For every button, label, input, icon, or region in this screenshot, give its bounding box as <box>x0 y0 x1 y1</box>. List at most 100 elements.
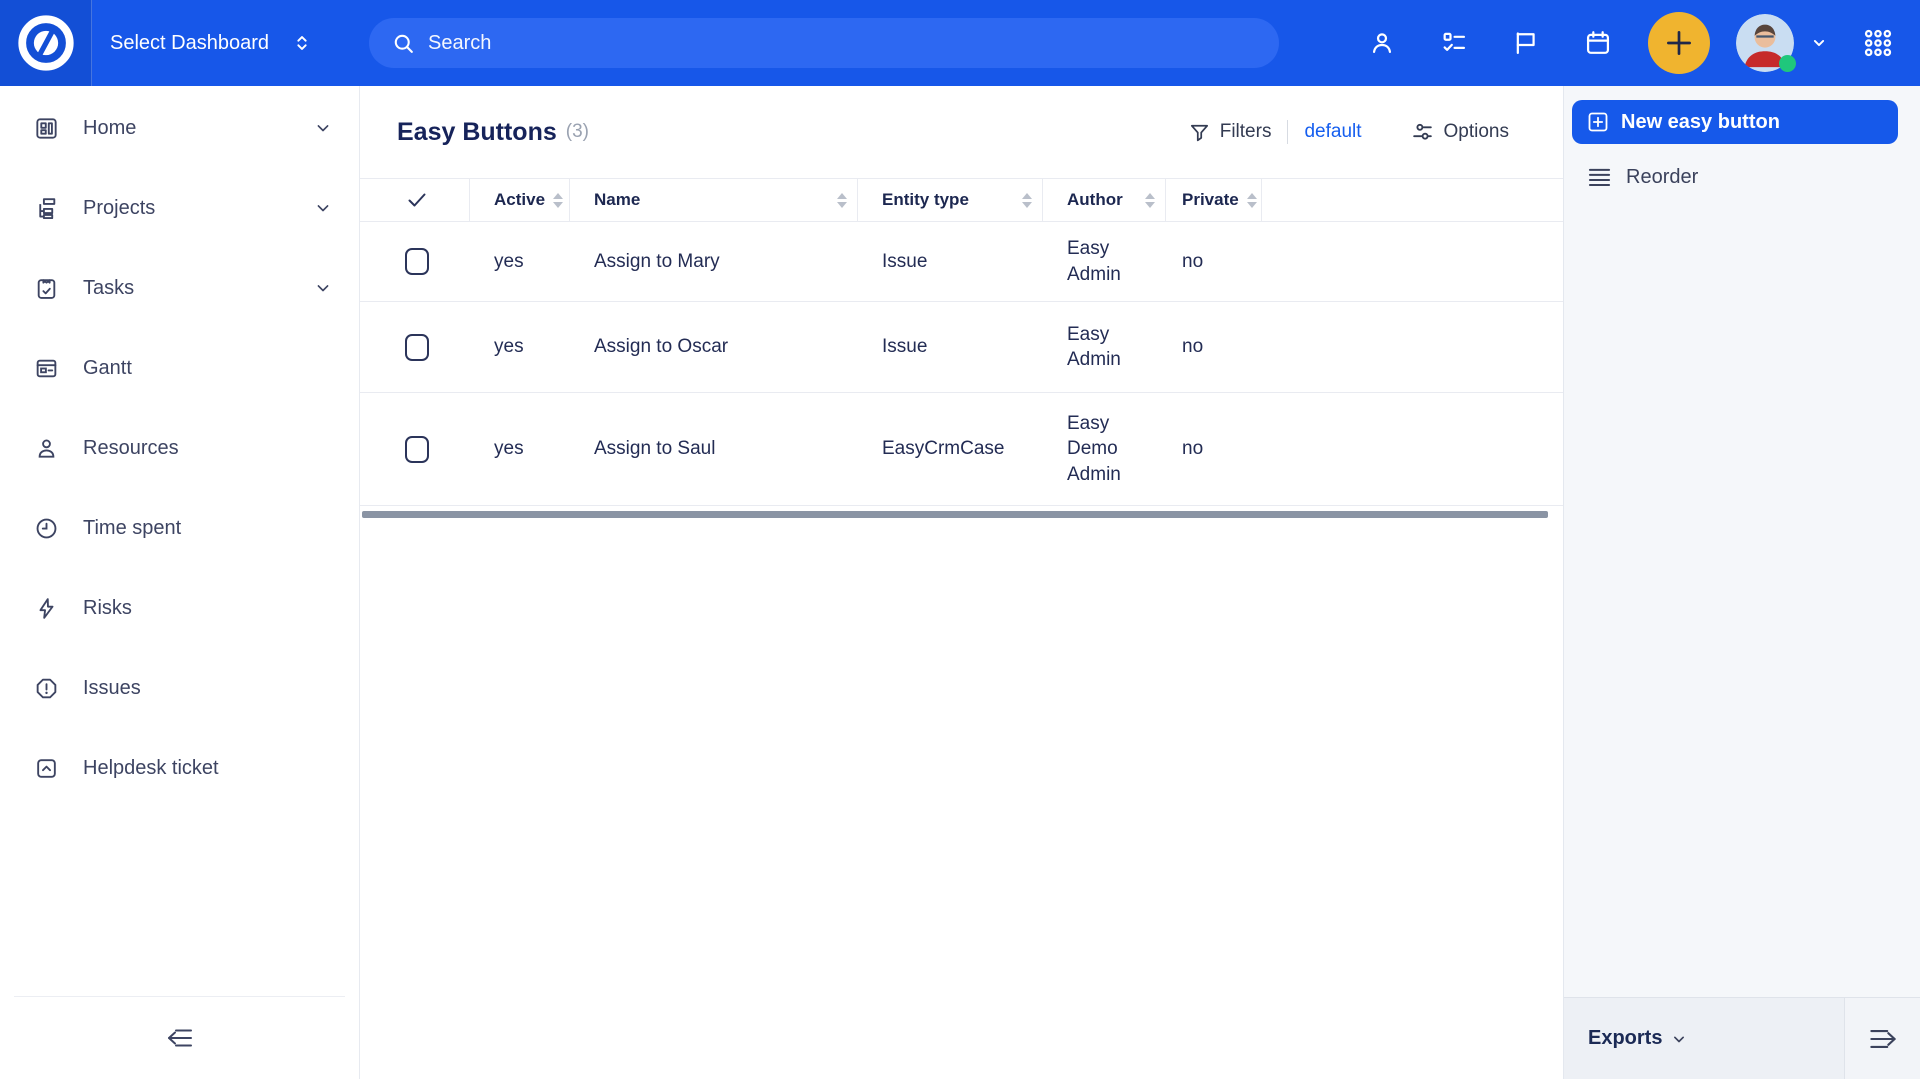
cell-author: Easy Admin <box>1043 222 1166 301</box>
chevron-down-icon <box>313 118 333 138</box>
right-panel: New easy button Reorder Exports <box>1563 86 1920 1079</box>
reorder-button[interactable]: Reorder <box>1586 156 1920 198</box>
dashboard-selector[interactable]: Select Dashboard <box>110 32 313 55</box>
filters-button[interactable]: Filters <box>1188 121 1272 144</box>
table-row[interactable]: yes Assign to Saul EasyCrmCase Easy Demo… <box>360 393 1563 506</box>
check-icon <box>405 188 429 212</box>
sidebar-item-time-spent[interactable]: Time spent <box>0 488 359 568</box>
collapse-sidebar-icon[interactable] <box>163 1024 197 1052</box>
gantt-window-icon <box>34 356 59 381</box>
column-header-active[interactable]: Active <box>470 179 570 221</box>
plus-square-icon <box>1586 110 1610 134</box>
cell-entity-type: EasyCrmCase <box>858 393 1043 505</box>
column-label: Author <box>1067 190 1123 210</box>
sidebar-item-issues[interactable]: Issues <box>0 648 359 728</box>
row-checkbox[interactable] <box>405 334 429 361</box>
table-row[interactable]: yes Assign to Oscar Issue Easy Admin no <box>360 302 1563 393</box>
chevron-down-icon <box>313 278 333 298</box>
table-row[interactable]: yes Assign to Mary Issue Easy Admin no <box>360 222 1563 302</box>
sliders-icon <box>1410 120 1435 145</box>
search-bar[interactable] <box>369 18 1279 68</box>
column-header-private[interactable]: Private <box>1166 179 1262 221</box>
column-header-entity-type[interactable]: Entity type <box>858 179 1043 221</box>
sort-arrows-icon <box>1145 193 1155 208</box>
row-checkbox[interactable] <box>405 436 429 463</box>
checklist-icon[interactable] <box>1440 29 1468 57</box>
topbar: Select Dashboard <box>0 0 1920 86</box>
column-label: Private <box>1182 190 1239 210</box>
options-button[interactable]: Options <box>1410 120 1509 145</box>
cell-name: Assign to Oscar <box>570 302 858 392</box>
cell-entity-type: Issue <box>858 222 1043 301</box>
collapse-panel-button[interactable] <box>1844 998 1920 1079</box>
online-status-dot <box>1779 55 1796 72</box>
sidebar-item-label: Time spent <box>83 517 333 540</box>
cell-author: Easy Demo Admin <box>1043 393 1166 505</box>
page-title: Easy Buttons <box>397 118 557 147</box>
sidebar-item-label: Projects <box>83 197 289 220</box>
column-label: Entity type <box>882 190 969 210</box>
table-header-row: Active Name Entity type Author Private <box>360 178 1563 222</box>
sidebar: Home Projects Tasks Gantt <box>0 86 360 1079</box>
dashboard-selector-label: Select Dashboard <box>110 32 269 55</box>
dashboard-icon <box>34 116 59 141</box>
column-label: Active <box>494 190 545 210</box>
sidebar-item-helpdesk-ticket[interactable]: Helpdesk ticket <box>0 728 359 808</box>
sidebar-item-label: Helpdesk ticket <box>83 757 333 780</box>
sidebar-item-label: Issues <box>83 677 333 700</box>
record-count: (3) <box>566 121 589 143</box>
toolbar-divider <box>1287 120 1288 144</box>
page-header: Easy Buttons (3) Filters default Options <box>360 86 1563 178</box>
row-checkbox[interactable] <box>405 248 429 275</box>
unfold-chevrons-icon <box>291 32 313 54</box>
sidebar-footer <box>0 996 359 1079</box>
select-all-header[interactable] <box>360 179 470 221</box>
easy-project-logo-icon <box>15 12 77 74</box>
add-button[interactable] <box>1648 12 1710 74</box>
column-header-author[interactable]: Author <box>1043 179 1166 221</box>
funnel-icon <box>1188 121 1211 144</box>
panel-footer: Exports <box>1564 997 1920 1079</box>
horizontal-scrollbar[interactable] <box>362 511 1548 518</box>
exports-button[interactable]: Exports <box>1564 998 1844 1079</box>
calendar-icon[interactable] <box>1584 29 1612 57</box>
avatar[interactable] <box>1736 14 1794 72</box>
sidebar-item-resources[interactable]: Resources <box>0 408 359 488</box>
sidebar-item-label: Gantt <box>83 357 333 380</box>
chevron-square-icon <box>34 756 59 781</box>
sort-arrows-icon <box>1247 193 1257 208</box>
projects-tree-icon <box>34 196 59 221</box>
flag-icon[interactable] <box>1512 29 1540 57</box>
search-input[interactable] <box>428 32 1208 55</box>
sidebar-item-label: Resources <box>83 437 333 460</box>
list-toolbar: Filters default Options <box>1188 120 1509 145</box>
exports-label: Exports <box>1588 1027 1662 1050</box>
cell-name: Assign to Mary <box>570 222 858 301</box>
chevron-down-icon[interactable] <box>1808 32 1830 54</box>
cell-private: no <box>1166 222 1262 301</box>
app-logo[interactable] <box>0 0 92 86</box>
user-icon[interactable] <box>1368 29 1396 57</box>
column-header-filler <box>1262 179 1563 221</box>
new-easy-button-label: New easy button <box>1621 111 1780 134</box>
person-icon <box>34 436 59 461</box>
new-easy-button[interactable]: New easy button <box>1572 100 1898 144</box>
search-icon <box>391 31 416 56</box>
sidebar-item-projects[interactable]: Projects <box>0 168 359 248</box>
sidebar-item-label: Home <box>83 117 289 140</box>
topbar-actions <box>1324 12 1894 74</box>
plus-icon <box>1662 26 1696 60</box>
sidebar-item-tasks[interactable]: Tasks <box>0 248 359 328</box>
cell-active: yes <box>470 222 570 301</box>
apps-grid-icon[interactable] <box>1862 27 1894 59</box>
sort-arrows-icon <box>837 193 847 208</box>
cell-private: no <box>1166 393 1262 505</box>
column-label: Name <box>594 190 640 210</box>
sidebar-item-home[interactable]: Home <box>0 88 359 168</box>
cell-entity-type: Issue <box>858 302 1043 392</box>
sidebar-item-gantt[interactable]: Gantt <box>0 328 359 408</box>
sidebar-item-risks[interactable]: Risks <box>0 568 359 648</box>
active-filter-link[interactable]: default <box>1304 121 1361 143</box>
lightning-icon <box>34 596 59 621</box>
column-header-name[interactable]: Name <box>570 179 858 221</box>
